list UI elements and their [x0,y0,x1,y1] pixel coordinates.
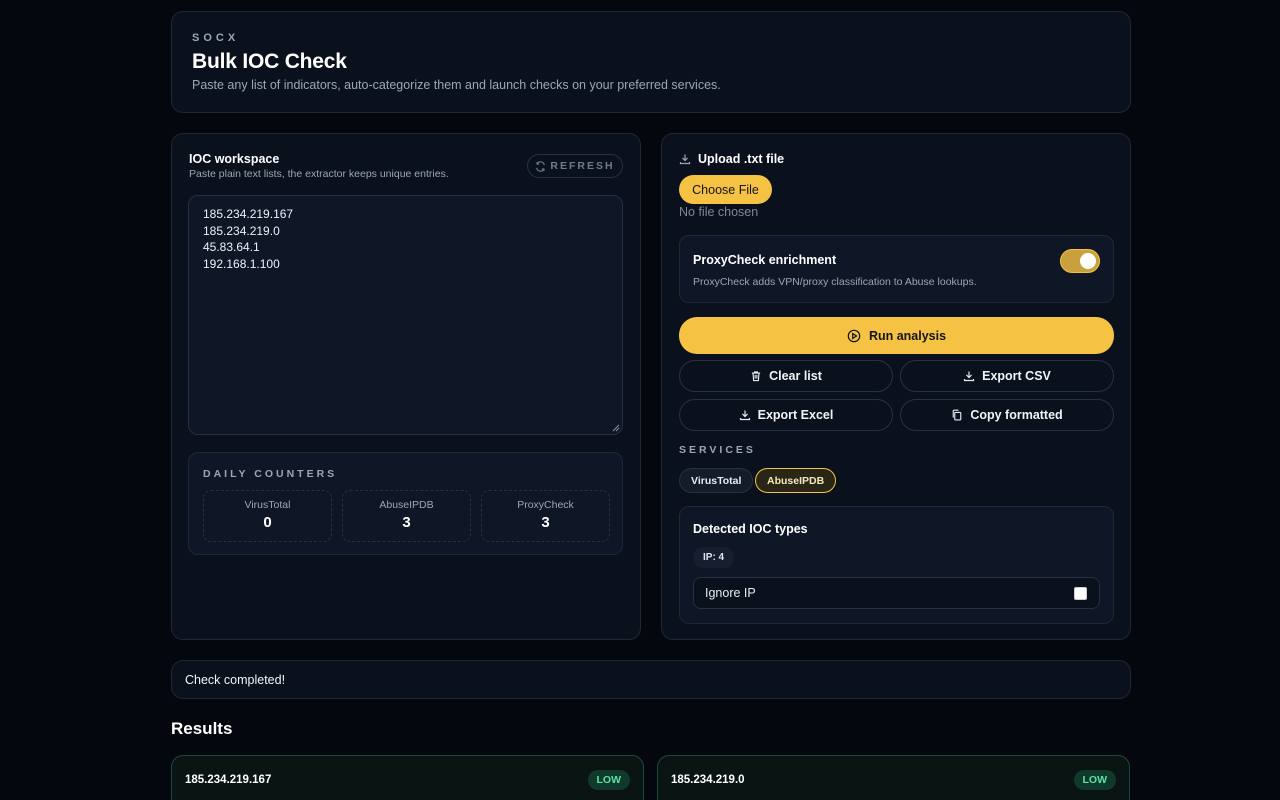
proxycheck-title: ProxyCheck enrichment [693,253,837,267]
status-bar: Check completed! [171,660,1131,699]
page: SOCX Bulk IOC Check Paste any list of in… [0,0,1280,800]
run-analysis-button[interactable]: Run analysis [679,317,1114,354]
export-csv-label: Export CSV [982,369,1051,383]
result-ip: 185.234.219.0 [671,774,745,786]
choose-file-button[interactable]: Choose File [679,175,772,204]
counter-value: 3 [402,514,411,531]
ioc-input[interactable] [188,195,623,435]
copy-formatted-button[interactable]: Copy formatted [900,399,1114,431]
run-analysis-label: Run analysis [868,328,947,343]
no-file-text: No file chosen [679,205,759,219]
ioc-workspace-panel: IOC workspace Paste plain text lists, th… [171,133,641,640]
refresh-icon [535,160,546,172]
proxycheck-description: ProxyCheck adds VPN/proxy classification… [693,276,977,288]
export-csv-button[interactable]: Export CSV [900,360,1114,392]
counter-virustotal: VirusTotal 0 [203,490,332,542]
toggle-knob [1080,253,1096,269]
refresh-button[interactable]: REFRESH [527,154,623,178]
play-circle-icon [847,329,861,343]
proxycheck-toggle[interactable] [1060,249,1100,273]
results-title: Results [171,719,233,738]
service-chip-abuseipdb[interactable]: AbuseIPDB [755,468,837,493]
counter-label: VirusTotal [244,499,291,511]
page-title: Bulk IOC Check [192,50,347,73]
upload-label-text: Upload .txt file [698,152,785,166]
download-icon [679,153,691,165]
copy-icon [951,409,963,421]
download-icon [739,409,751,421]
detected-ioc-types: Detected IOC types IP: 4 Ignore IP [679,506,1114,624]
download-icon [963,370,975,382]
service-chip-virustotal[interactable]: VirusTotal [679,468,754,493]
daily-counters: DAILY COUNTERS VirusTotal 0 AbuseIPDB 3 … [188,452,623,555]
ignore-ip-label: Ignore IP [705,586,756,600]
resize-grip-icon[interactable] [612,424,620,432]
controls-panel: Upload .txt file Choose File No file cho… [661,133,1131,640]
services-label: SERVICES [679,444,756,456]
counter-label: ProxyCheck [517,499,574,511]
export-excel-label: Export Excel [757,408,834,422]
header-card: SOCX Bulk IOC Check Paste any list of in… [171,11,1131,113]
counter-abuseipdb: AbuseIPDB 3 [342,490,471,542]
detected-title: Detected IOC types [693,522,808,536]
counter-label: AbuseIPDB [379,499,434,511]
upload-label: Upload .txt file [679,152,784,166]
risk-badge: LOW [587,770,630,790]
ignore-ip-checkbox[interactable] [1074,587,1087,600]
ignore-ip-row[interactable]: Ignore IP [693,577,1100,609]
ip-count-pill: IP: 4 [693,547,735,568]
result-card[interactable]: 185.234.219.167 LOW [171,755,644,800]
refresh-label: REFRESH [550,160,615,172]
result-card[interactable]: 185.234.219.0 LOW [657,755,1130,800]
page-subtitle: Paste any list of indicators, auto-categ… [192,78,721,92]
counter-value: 0 [263,514,272,531]
export-excel-button[interactable]: Export Excel [679,399,893,431]
copy-formatted-label: Copy formatted [970,408,1063,422]
trash-icon [750,370,762,382]
risk-badge: LOW [1073,770,1116,790]
counter-proxycheck: ProxyCheck 3 [481,490,610,542]
workspace-subtitle: Paste plain text lists, the extractor ke… [189,168,449,180]
counter-value: 3 [541,514,550,531]
clear-list-label: Clear list [769,369,822,383]
status-message: Check completed! [185,672,286,687]
result-ip: 185.234.219.167 [185,774,272,786]
brand-label: SOCX [192,32,240,44]
proxycheck-box: ProxyCheck enrichment ProxyCheck adds VP… [679,235,1114,303]
clear-list-button[interactable]: Clear list [679,360,893,392]
workspace-title: IOC workspace [189,152,280,166]
counters-title: DAILY COUNTERS [203,468,338,480]
